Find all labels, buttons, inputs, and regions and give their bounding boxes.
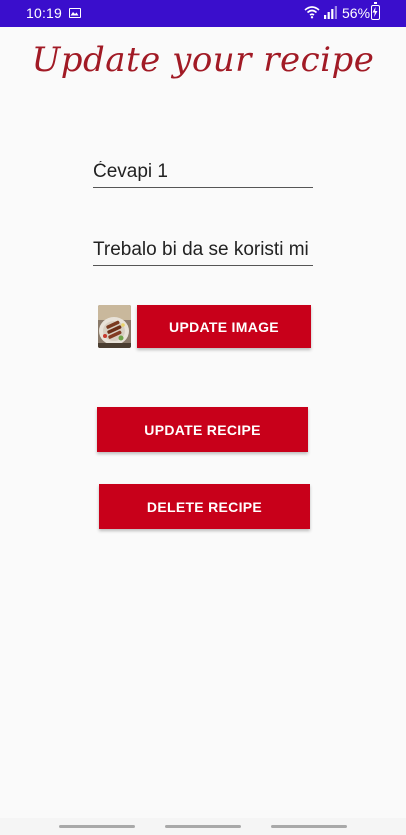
update-recipe-screen: 10:19 56% Update your recipe Ćevapi 1 Tr… [0, 0, 406, 835]
status-time: 10:19 [26, 5, 63, 21]
wifi-icon [304, 5, 320, 22]
status-bar: 10:19 56% [0, 0, 406, 27]
recent-apps-button[interactable] [59, 825, 135, 828]
recipe-image-thumbnail [98, 305, 131, 348]
update-recipe-button[interactable]: UPDATE RECIPE [97, 407, 308, 452]
signal-icon [324, 6, 338, 22]
recipe-description-input[interactable] [93, 234, 313, 266]
battery-icon [371, 2, 380, 20]
food-photo-icon [98, 305, 131, 348]
page-title: Update your recipe [31, 40, 375, 80]
back-button[interactable] [271, 825, 347, 828]
gallery-icon [69, 8, 81, 18]
update-image-button[interactable]: UPDATE IMAGE [137, 305, 311, 348]
home-button[interactable] [165, 825, 241, 828]
battery-percent: 56% [342, 5, 371, 21]
delete-recipe-button[interactable]: DELETE RECIPE [99, 484, 310, 529]
navigation-bar [0, 818, 406, 835]
recipe-name-input[interactable] [93, 156, 313, 188]
